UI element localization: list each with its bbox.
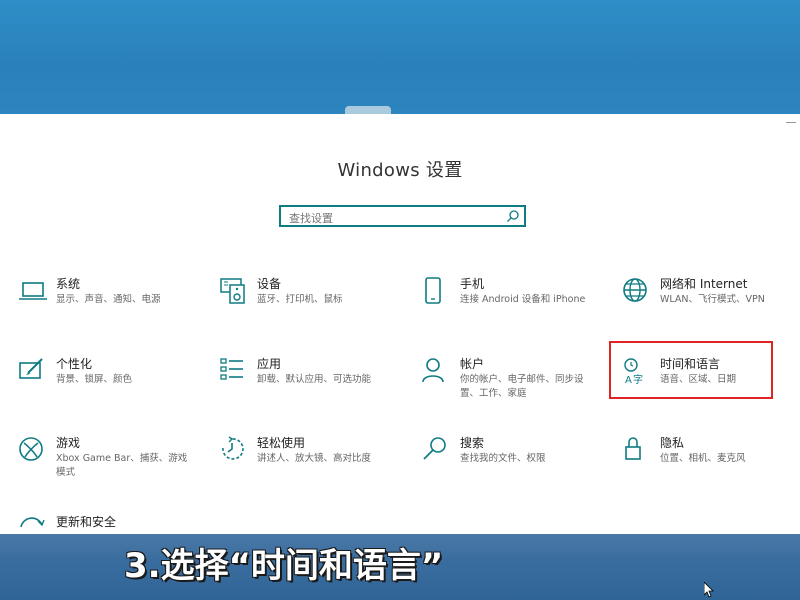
ease-of-access-icon (219, 436, 249, 466)
tile-description: 你的帐户、电子邮件、同步设置、工作、家庭 (460, 374, 584, 399)
tile-title: 设备 (257, 277, 282, 291)
tile-description: 显示、声音、通知、电源 (56, 294, 161, 305)
tile-title: 搜索 (460, 436, 485, 450)
tile-title: 系统 (56, 277, 81, 291)
tile-title: 更新和安全 (56, 515, 117, 529)
tile-description: 背景、锁屏、颜色 (56, 374, 133, 385)
page-title: Windows 设置 (337, 160, 463, 181)
tile-title: 隐私 (660, 436, 685, 450)
tile-personalization[interactable]: 个性化 背景、锁屏、颜色 (18, 357, 193, 413)
tile-search[interactable]: 搜索 查找我的文件、权限 (422, 436, 597, 492)
tile-devices[interactable]: 设备 蓝牙、打印机、鼠标 (219, 277, 394, 333)
devices-icon (219, 277, 249, 307)
tile-ease-of-access[interactable]: 轻松使用 讲述人、放大镜、高对比度 (219, 436, 394, 492)
tile-title: 网络和 Internet (660, 277, 748, 291)
laptop-icon (18, 277, 48, 307)
tile-title: 个性化 (56, 357, 93, 371)
tile-description: WLAN、飞行模式、VPN (660, 294, 765, 305)
minimize-icon[interactable] (786, 122, 796, 123)
search-icon (422, 436, 452, 466)
globe-icon (622, 277, 652, 307)
tutorial-caption: 3.选择“时间和语言” (124, 546, 444, 586)
desktop-background (0, 0, 800, 114)
mouse-cursor-icon (704, 582, 714, 598)
tile-accounts[interactable]: 帐户 你的帐户、电子邮件、同步设置、工作、家庭 (422, 357, 597, 413)
tile-description: 卸载、默认应用、可选功能 (257, 374, 372, 385)
tile-update-security[interactable]: 更新和安全 (18, 515, 193, 534)
tile-description: 蓝牙、打印机、鼠标 (257, 294, 343, 305)
search-input[interactable] (287, 208, 506, 229)
desktop-wallpaper-detail (345, 106, 391, 114)
search-icon[interactable] (506, 209, 520, 223)
search-box[interactable] (279, 205, 526, 229)
tile-network[interactable]: 网络和 Internet WLAN、飞行模式、VPN (622, 277, 797, 333)
tile-privacy[interactable]: 隐私 位置、相机、麦克风 (622, 436, 797, 492)
highlight-box (609, 341, 773, 399)
tile-description: 讲述人、放大镜、高对比度 (257, 453, 372, 464)
xbox-icon (18, 436, 48, 466)
tile-title: 应用 (257, 357, 282, 371)
tile-description: Xbox Game Bar、捕获、游戏模式 (56, 453, 188, 478)
tile-description: 位置、相机、麦克风 (660, 453, 746, 464)
personalize-icon (18, 357, 48, 387)
tile-system[interactable]: 系统 显示、声音、通知、电源 (18, 277, 193, 333)
tile-title: 帐户 (460, 357, 485, 371)
tile-description: 连接 Android 设备和 iPhone (460, 294, 586, 305)
lock-icon (622, 436, 652, 466)
tile-title: 手机 (460, 277, 485, 291)
tile-apps[interactable]: 应用 卸载、默认应用、可选功能 (219, 357, 394, 413)
tile-description: 查找我的文件、权限 (460, 453, 546, 464)
apps-icon (219, 357, 249, 387)
phone-icon (422, 277, 452, 307)
person-icon (422, 357, 452, 387)
tile-title: 轻松使用 (257, 436, 306, 450)
tile-title: 游戏 (56, 436, 81, 450)
settings-window: Windows 设置 系统 显示、声音、通知、电源 设备 蓝牙、打印机、鼠标 手… (0, 114, 800, 534)
tile-phone[interactable]: 手机 连接 Android 设备和 iPhone (422, 277, 597, 333)
update-icon (18, 515, 48, 534)
tile-gaming[interactable]: 游戏 Xbox Game Bar、捕获、游戏模式 (18, 436, 193, 492)
